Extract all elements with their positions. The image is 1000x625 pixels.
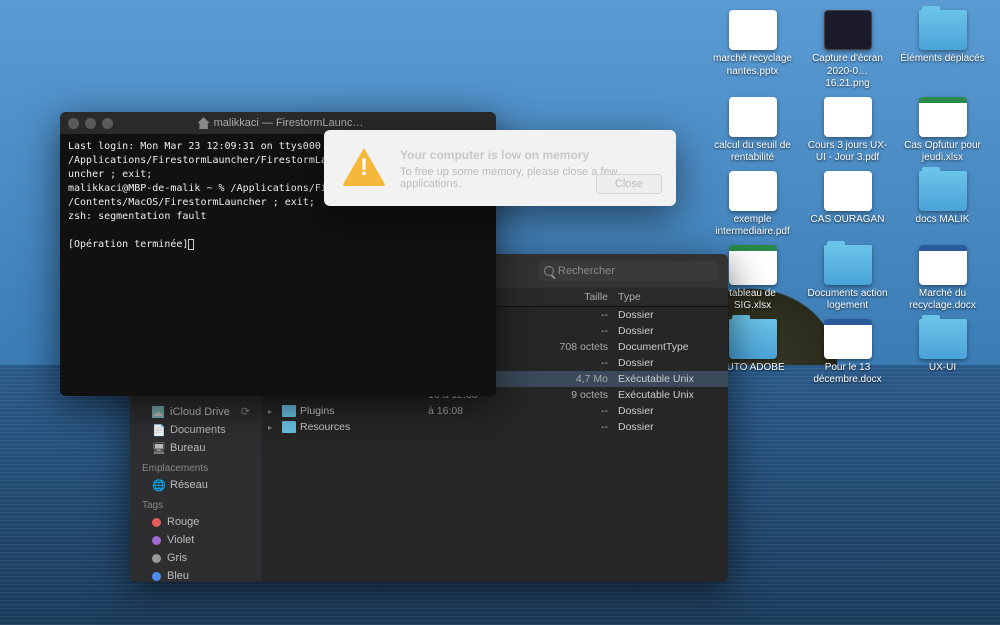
- sidebar-section-tags: Tags: [130, 494, 262, 513]
- desktop-file-icon[interactable]: CAS OURAGAN: [805, 171, 890, 239]
- sidebar-tag[interactable]: Rouge: [130, 513, 262, 531]
- file-thumb: [729, 171, 777, 211]
- tag-label: Gris: [167, 552, 187, 564]
- warning-icon: !: [342, 148, 386, 192]
- desktop-file-icon[interactable]: Éléments déplacés: [900, 10, 985, 91]
- tag-label: Bleu: [167, 570, 189, 582]
- file-label: Documents action logement: [805, 288, 890, 313]
- desktop-icons-area: marché recyclage nantes.pptx Capture d'éc…: [710, 10, 990, 387]
- file-label: CAS OURAGAN: [811, 214, 885, 227]
- desktop-file-icon[interactable]: calcul du seuil de rentabilité: [710, 97, 795, 165]
- desktop-file-icon[interactable]: docs MALIK: [900, 171, 985, 239]
- file-label: exemple intermediaire.pdf: [710, 214, 795, 239]
- sidebar-item-network[interactable]: 🌐Réseau: [130, 476, 262, 494]
- file-thumb: [824, 245, 872, 285]
- tag-dot-icon: [152, 518, 161, 527]
- desktop-file-icon[interactable]: Documents action logement: [805, 245, 890, 313]
- finder-search[interactable]: Rechercher: [538, 261, 718, 281]
- file-thumb: [729, 245, 777, 285]
- desktop-file-icon[interactable]: Cas Opfutur pour jeudi.xlsx: [900, 97, 985, 165]
- desktop-file-icon[interactable]: marché recyclage nantes.pptx: [710, 10, 795, 91]
- desktop-file-icon[interactable]: Marché du recyclage.docx: [900, 245, 985, 313]
- file-label: Cours 3 jours UX-UI - Jour 3.pdf: [805, 140, 890, 165]
- sidebar-item-icloud[interactable]: ☁︎iCloud Drive⟳: [130, 402, 262, 421]
- sidebar-section-locations: Emplacements: [130, 457, 262, 476]
- file-thumb: [729, 319, 777, 359]
- file-label: marché recyclage nantes.pptx: [710, 53, 795, 78]
- file-thumb: [919, 245, 967, 285]
- file-label: docs MALIK: [916, 214, 970, 227]
- file-label: Marché du recyclage.docx: [900, 288, 985, 313]
- low-memory-alert: ! Your computer is low on memory To free…: [324, 130, 676, 206]
- desktop-file-icon[interactable]: UX-UI: [900, 319, 985, 387]
- file-label: Capture d'écran 2020-0…16.21.png: [805, 53, 890, 91]
- sidebar-tag[interactable]: Violet: [130, 531, 262, 549]
- alert-title: Your computer is low on memory: [400, 148, 658, 162]
- desktop-file-icon[interactable]: Capture d'écran 2020-0…16.21.png: [805, 10, 890, 91]
- traffic-close[interactable]: [68, 118, 79, 129]
- sidebar-item-documents[interactable]: 📄Documents: [130, 421, 262, 439]
- file-thumb: [919, 10, 967, 50]
- table-row[interactable]: ▸Resources--Dossier: [262, 419, 728, 435]
- file-thumb: [919, 171, 967, 211]
- tag-label: Violet: [167, 534, 194, 546]
- desktop-file-icon[interactable]: exemple intermediaire.pdf: [710, 171, 795, 239]
- tag-dot-icon: [152, 554, 161, 563]
- file-label: Pour le 13 décembre.docx: [805, 362, 890, 387]
- sidebar-tag[interactable]: Gris: [130, 549, 262, 567]
- col-kind[interactable]: Type: [618, 291, 722, 303]
- desktop-file-icon[interactable]: Cours 3 jours UX-UI - Jour 3.pdf: [805, 97, 890, 165]
- col-size[interactable]: Taille: [548, 291, 618, 303]
- file-thumb: [919, 319, 967, 359]
- file-label: Éléments déplacés: [900, 53, 985, 66]
- tag-dot-icon: [152, 572, 161, 581]
- alert-close-button[interactable]: Close: [596, 174, 662, 194]
- file-thumb: [729, 10, 777, 50]
- file-thumb: [824, 10, 872, 50]
- search-placeholder: Rechercher: [558, 265, 615, 277]
- file-label: calcul du seuil de rentabilité: [710, 140, 795, 165]
- traffic-minimize[interactable]: [85, 118, 96, 129]
- desktop-file-icon[interactable]: Pour le 13 décembre.docx: [805, 319, 890, 387]
- file-label: Cas Opfutur pour jeudi.xlsx: [900, 140, 985, 165]
- file-thumb: [824, 319, 872, 359]
- tag-label: Rouge: [167, 516, 199, 528]
- traffic-maximize[interactable]: [102, 118, 113, 129]
- file-thumb: [824, 97, 872, 137]
- tag-dot-icon: [152, 536, 161, 545]
- file-thumb: [919, 97, 967, 137]
- file-label: UX-UI: [929, 362, 956, 375]
- terminal-title: malikkaci — FirestormLaunc…: [119, 117, 442, 129]
- home-icon: [198, 117, 210, 129]
- sidebar-tag[interactable]: Bleu: [130, 567, 262, 582]
- search-icon: [544, 266, 554, 276]
- sidebar-item-desktop[interactable]: 🖥Bureau: [130, 439, 262, 457]
- file-thumb: [729, 97, 777, 137]
- table-row[interactable]: ▸Pluginsà 16:08--Dossier: [262, 403, 728, 419]
- file-thumb: [824, 171, 872, 211]
- file-label: TUTO ADOBE: [720, 362, 784, 375]
